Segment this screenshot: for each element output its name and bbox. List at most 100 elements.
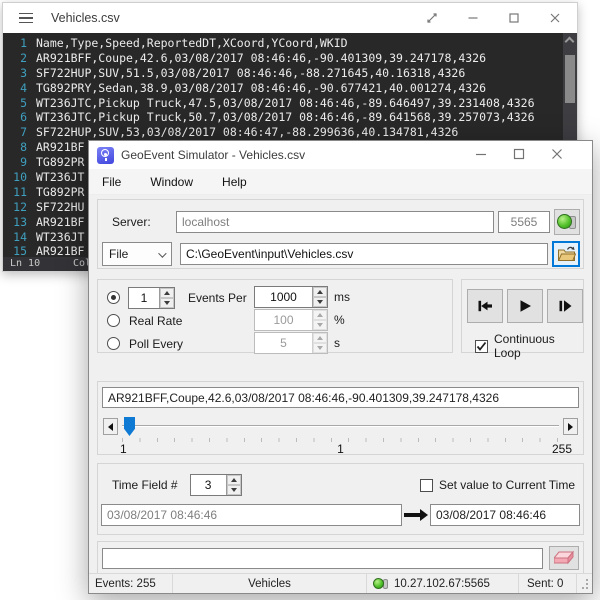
spinner-value: 3	[191, 475, 226, 495]
spinner-down-button[interactable]	[160, 298, 174, 308]
step-forward-button[interactable]	[547, 289, 583, 323]
line-text: TG892PRY,Sedan,38.9,03/08/2017 08:46:46,…	[27, 81, 486, 96]
log-group	[97, 541, 584, 574]
line-text: Name,Type,Speed,ReportedDT,XCoord,YCoord…	[27, 36, 348, 51]
server-address-status: 10.27.102.67:5565	[367, 574, 519, 593]
line-text: WT236JT	[27, 230, 84, 245]
menu-file[interactable]: File	[102, 175, 121, 189]
slider-current-label: 1	[337, 442, 344, 456]
spinner-value: 5	[255, 333, 312, 353]
spinner-up-button	[313, 333, 327, 343]
menu-window[interactable]: Window	[150, 175, 193, 189]
event-slider[interactable]	[103, 417, 578, 436]
arrow-right-icon	[568, 423, 573, 431]
line-text: TG892PR	[27, 185, 84, 200]
continuous-loop-checkbox[interactable]	[475, 340, 488, 353]
maximize-icon[interactable]	[508, 12, 520, 24]
source-type-value: File	[109, 247, 128, 261]
events-per-label: Events Per	[188, 291, 247, 305]
step-forward-icon	[556, 298, 574, 314]
scrollbar-thumb[interactable]	[565, 55, 575, 103]
editor-line: 5WT236JTC,Pickup Truck,47.5,03/08/2017 0…	[3, 96, 577, 111]
clear-log-button[interactable]	[549, 546, 579, 570]
line-number: 1	[3, 36, 27, 51]
minimize-icon[interactable]	[467, 12, 479, 24]
line-text: WT236JT	[27, 170, 84, 185]
current-event-input[interactable]: AR921BFF,Coupe,42.6,03/08/2017 08:46:46,…	[102, 387, 579, 408]
spinner-down-button[interactable]	[313, 297, 327, 307]
server-host-input[interactable]: localhost	[176, 211, 494, 233]
fullscreen-icon[interactable]	[426, 12, 438, 24]
menu-help[interactable]: Help	[222, 175, 247, 189]
line-text: TG892PR	[27, 155, 84, 170]
server-label: Server:	[112, 215, 176, 229]
poll-every-radio[interactable]	[107, 337, 120, 350]
editor-titlebar: Vehicles.csv	[3, 3, 577, 33]
real-rate-spinner: 100	[254, 309, 328, 331]
time-from-input[interactable]: 03/08/2017 08:46:46	[101, 504, 402, 526]
close-icon[interactable]	[549, 12, 561, 24]
hamburger-menu-icon[interactable]	[19, 13, 33, 24]
line-number: 2	[3, 51, 27, 66]
connect-button[interactable]	[554, 209, 580, 235]
slider-track-area[interactable]	[122, 417, 559, 436]
spinner-down-button[interactable]	[227, 485, 241, 495]
line-number: 4	[3, 81, 27, 96]
maximize-icon[interactable]	[513, 148, 525, 163]
server-port-input[interactable]: 5565	[498, 211, 550, 233]
slider-track[interactable]	[122, 425, 559, 427]
close-icon[interactable]	[551, 148, 563, 163]
time-field-spinner[interactable]: 3	[190, 474, 242, 496]
line-text: WT236JTC,Pickup Truck,50.7,03/08/2017 08…	[27, 110, 535, 125]
file-path-input[interactable]: C:\GeoEvent\input\Vehicles.csv	[180, 243, 548, 265]
log-output-field[interactable]	[102, 548, 543, 569]
spinner-up-button[interactable]	[313, 287, 327, 297]
events-count-spinner[interactable]: 1	[128, 287, 175, 309]
events-per-radio[interactable]	[107, 291, 120, 304]
resize-grip[interactable]	[577, 574, 592, 593]
slider-left-arrow-button[interactable]	[103, 418, 118, 435]
editor-title: Vehicles.csv	[51, 11, 120, 25]
server-address-text: 10.27.102.67:5565	[394, 578, 490, 590]
time-to-input[interactable]: 03/08/2017 08:46:46	[430, 504, 580, 526]
line-number: 10	[3, 170, 27, 185]
browse-file-button[interactable]	[552, 241, 580, 267]
rate-group: 1 Events Per 1000 ms Real Rate 100	[97, 279, 453, 353]
line-number: 9	[3, 155, 27, 170]
arrow-left-icon	[108, 423, 113, 431]
editor-line: 7SF722HUP,SUV,53,03/08/2017 08:46:47,-88…	[3, 125, 577, 140]
line-text: AR921BF	[27, 215, 84, 230]
line-text: SF722HU	[27, 200, 84, 215]
line-number: 12	[3, 200, 27, 215]
chevron-down-icon	[158, 249, 166, 257]
real-rate-unit-label: %	[334, 309, 345, 332]
spinner-down-button	[313, 343, 327, 353]
line-number: 14	[3, 230, 27, 245]
poll-spinner: 5	[254, 332, 328, 354]
events-count-status: Events: 255	[89, 574, 173, 593]
real-rate-radio[interactable]	[107, 314, 120, 327]
slider-thumb[interactable]	[124, 417, 135, 436]
minimize-icon[interactable]	[475, 148, 487, 163]
skip-to-start-button[interactable]	[467, 289, 503, 323]
sent-count-status: Sent: 0	[519, 574, 577, 593]
simulator-titlebar: GeoEvent Simulator - Vehicles.csv	[89, 141, 592, 169]
spinner-value: 1000	[255, 287, 312, 307]
play-button[interactable]	[507, 289, 543, 323]
source-type-select[interactable]: File	[102, 242, 172, 266]
arrow-right-icon	[402, 508, 430, 522]
spinner-up-button[interactable]	[160, 288, 174, 298]
time-field-group: Time Field # 3 Set value to Current Time…	[97, 463, 584, 535]
desktop: Vehicles.csv 1Name,Type,Speed,ReportedDT…	[0, 0, 600, 600]
set-current-time-checkbox[interactable]	[420, 479, 433, 492]
line-number: 6	[3, 110, 27, 125]
scroll-up-icon[interactable]	[565, 37, 575, 47]
interval-spinner[interactable]: 1000	[254, 286, 328, 308]
time-field-label: Time Field #	[112, 478, 178, 492]
spinner-up-button[interactable]	[227, 475, 241, 485]
line-number: 11	[3, 185, 27, 200]
slider-right-arrow-button[interactable]	[563, 418, 578, 435]
spinner-value: 100	[255, 310, 312, 330]
eraser-icon	[554, 551, 574, 565]
line-number: 5	[3, 96, 27, 111]
